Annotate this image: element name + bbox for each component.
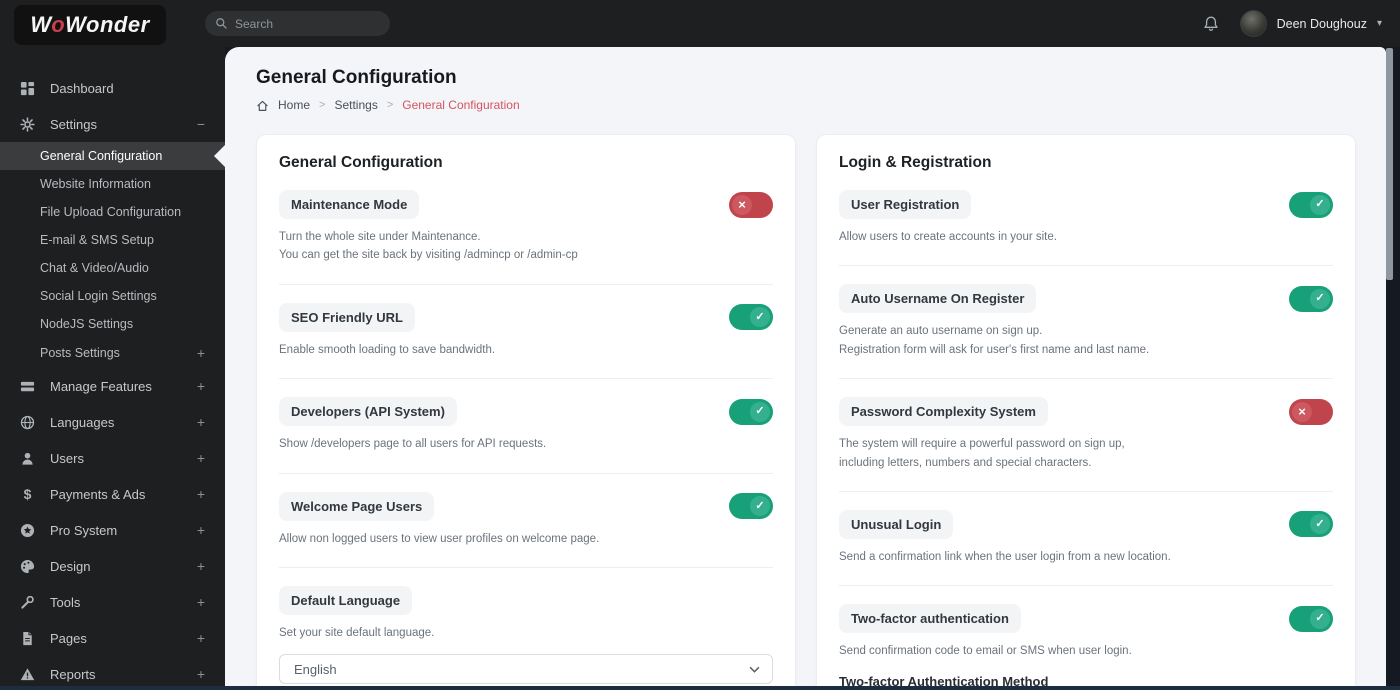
- palette-icon: [20, 559, 35, 574]
- auto-username-toggle[interactable]: ✓: [1289, 285, 1333, 312]
- sidebar-item-posts-settings[interactable]: Posts Settings +: [0, 338, 225, 368]
- toggle-check-icon: ✓: [750, 496, 770, 517]
- wrench-icon: [20, 595, 35, 610]
- setting-row: SEO Friendly URL ✓ Enable smooth loading…: [279, 285, 773, 380]
- sidebar-item-social-login-settings[interactable]: Social Login Settings: [0, 282, 225, 310]
- sidebar-item-nodejs-settings[interactable]: NodeJS Settings: [0, 310, 225, 338]
- features-icon: [20, 379, 35, 394]
- sidebar-item-settings[interactable]: Settings −: [0, 106, 225, 142]
- breadcrumb-current: General Configuration: [402, 98, 520, 112]
- sidebar-item-file-upload-configuration[interactable]: File Upload Configuration: [0, 198, 225, 226]
- breadcrumb-separator: >: [386, 99, 394, 111]
- search-bar[interactable]: [205, 11, 390, 36]
- setting-label: Two-factor authentication: [839, 604, 1021, 634]
- topbar: WoWonder Deen Doughouz ▾: [0, 0, 1400, 47]
- user-name: Deen Doughouz: [1276, 16, 1367, 31]
- welcome-page-users-toggle[interactable]: ✓: [729, 493, 773, 520]
- sidebar-item-website-information[interactable]: Website Information: [0, 170, 225, 198]
- toggle-cross-icon: ×: [1292, 401, 1312, 422]
- setting-label: Unusual Login: [839, 509, 954, 539]
- dashboard-icon: [20, 81, 35, 96]
- wowonder-logo[interactable]: WoWonder: [14, 5, 166, 45]
- setting-row: Two-factor authentication ✓ Send confirm…: [839, 586, 1333, 686]
- card-title: General Configuration: [279, 154, 443, 171]
- seo-friendly-url-toggle[interactable]: ✓: [729, 304, 773, 331]
- file-icon: [20, 631, 35, 646]
- setting-row: Welcome Page Users ✓ Allow non logged us…: [279, 474, 773, 568]
- user-menu[interactable]: Deen Doughouz ▾: [1239, 10, 1382, 37]
- toggle-check-icon: ✓: [750, 401, 770, 422]
- setting-row: Unusual Login ✓ Send a confirmation link…: [839, 492, 1333, 587]
- general-configuration-card: General Configuration Maintenance Mode ×…: [256, 134, 796, 686]
- developers-api-toggle[interactable]: ✓: [729, 398, 773, 425]
- setting-row: Default Language Set your site default l…: [279, 568, 773, 686]
- sidebar-item-users[interactable]: Users +: [0, 440, 225, 476]
- maintenance-mode-toggle[interactable]: ×: [729, 191, 773, 218]
- sidebar-item-general-configuration[interactable]: General Configuration: [0, 142, 225, 170]
- breadcrumb: Home > Settings > General Configuration: [256, 98, 1386, 112]
- setting-label: Default Language: [279, 585, 413, 615]
- home-icon: [257, 100, 268, 111]
- sidebar-item-email-sms-setup[interactable]: E-mail & SMS Setup: [0, 226, 225, 254]
- two-factor-method-label: Two-factor Authentication Method: [839, 673, 1049, 686]
- toggle-check-icon: ✓: [750, 307, 770, 328]
- logo-text: WoWonder: [30, 12, 150, 37]
- search-icon: [216, 18, 227, 29]
- main-content: General Configuration Home > Settings > …: [225, 47, 1386, 686]
- sidebar-item-design[interactable]: Design +: [0, 548, 225, 584]
- card-title: Login & Registration: [839, 154, 992, 171]
- user-icon: [20, 451, 35, 466]
- setting-label: Welcome Page Users: [279, 491, 435, 521]
- sidebar: Dashboard Settings − General Configurati…: [0, 47, 225, 686]
- toggle-check-icon: ✓: [1310, 288, 1330, 309]
- star-circle-icon: [20, 523, 35, 538]
- unusual-login-toggle[interactable]: ✓: [1289, 511, 1333, 538]
- login-registration-card: Login & Registration User Registration ✓…: [816, 134, 1356, 686]
- toggle-check-icon: ✓: [1310, 514, 1330, 535]
- chevron-down-icon: ▾: [1376, 18, 1382, 29]
- breadcrumb-settings[interactable]: Settings: [334, 98, 377, 112]
- setting-label: SEO Friendly URL: [279, 302, 415, 332]
- setting-row: Password Complexity System × The system …: [839, 379, 1333, 492]
- globe-icon: [20, 415, 35, 430]
- warning-icon: [20, 667, 35, 682]
- breadcrumb-separator: >: [319, 99, 326, 111]
- setting-label: Developers (API System): [279, 397, 457, 427]
- sidebar-item-pages[interactable]: Pages +: [0, 620, 225, 656]
- password-complexity-toggle[interactable]: ×: [1289, 398, 1333, 425]
- setting-row: User Registration ✓ Allow users to creat…: [839, 172, 1333, 267]
- setting-label: Auto Username On Register: [839, 284, 1037, 314]
- gear-icon: [20, 116, 35, 132]
- sidebar-item-pro-system[interactable]: Pro System +: [0, 512, 225, 548]
- sidebar-item-tools[interactable]: Tools +: [0, 584, 225, 620]
- toggle-check-icon: ✓: [1310, 194, 1330, 215]
- sidebar-item-manage-features[interactable]: Manage Features +: [0, 368, 225, 404]
- bell-icon[interactable]: [1202, 15, 1220, 33]
- toggle-check-icon: ✓: [1310, 608, 1330, 629]
- page-scrollbar[interactable]: [1386, 48, 1393, 280]
- setting-row: Auto Username On Register ✓ Generate an …: [839, 266, 1333, 380]
- breadcrumb-home[interactable]: Home: [278, 98, 310, 112]
- sidebar-item-payments-ads[interactable]: $ Payments & Ads +: [0, 476, 225, 512]
- sidebar-item-reports[interactable]: Reports +: [0, 656, 225, 690]
- chevron-down-icon: [749, 666, 760, 673]
- setting-row: Maintenance Mode × Turn the whole site u…: [279, 172, 773, 285]
- user-registration-toggle[interactable]: ✓: [1289, 191, 1333, 218]
- setting-label: Password Complexity System: [839, 397, 1048, 427]
- sidebar-item-languages[interactable]: Languages +: [0, 404, 225, 440]
- sidebar-item-dashboard[interactable]: Dashboard: [0, 71, 225, 106]
- two-factor-toggle[interactable]: ✓: [1289, 605, 1333, 632]
- sidebar-item-chat-video-audio[interactable]: Chat & Video/Audio: [0, 254, 225, 282]
- window-bottom-edge: [0, 686, 1400, 690]
- page-title: General Configuration: [256, 67, 457, 88]
- setting-row: Developers (API System) ✓ Show /develope…: [279, 379, 773, 474]
- search-input[interactable]: [235, 16, 365, 31]
- setting-label: User Registration: [839, 190, 972, 219]
- user-avatar: [1239, 10, 1267, 37]
- dollar-icon: $: [23, 486, 32, 502]
- toggle-cross-icon: ×: [732, 194, 752, 215]
- default-language-select[interactable]: English: [279, 654, 773, 685]
- setting-label: Maintenance Mode: [279, 190, 420, 219]
